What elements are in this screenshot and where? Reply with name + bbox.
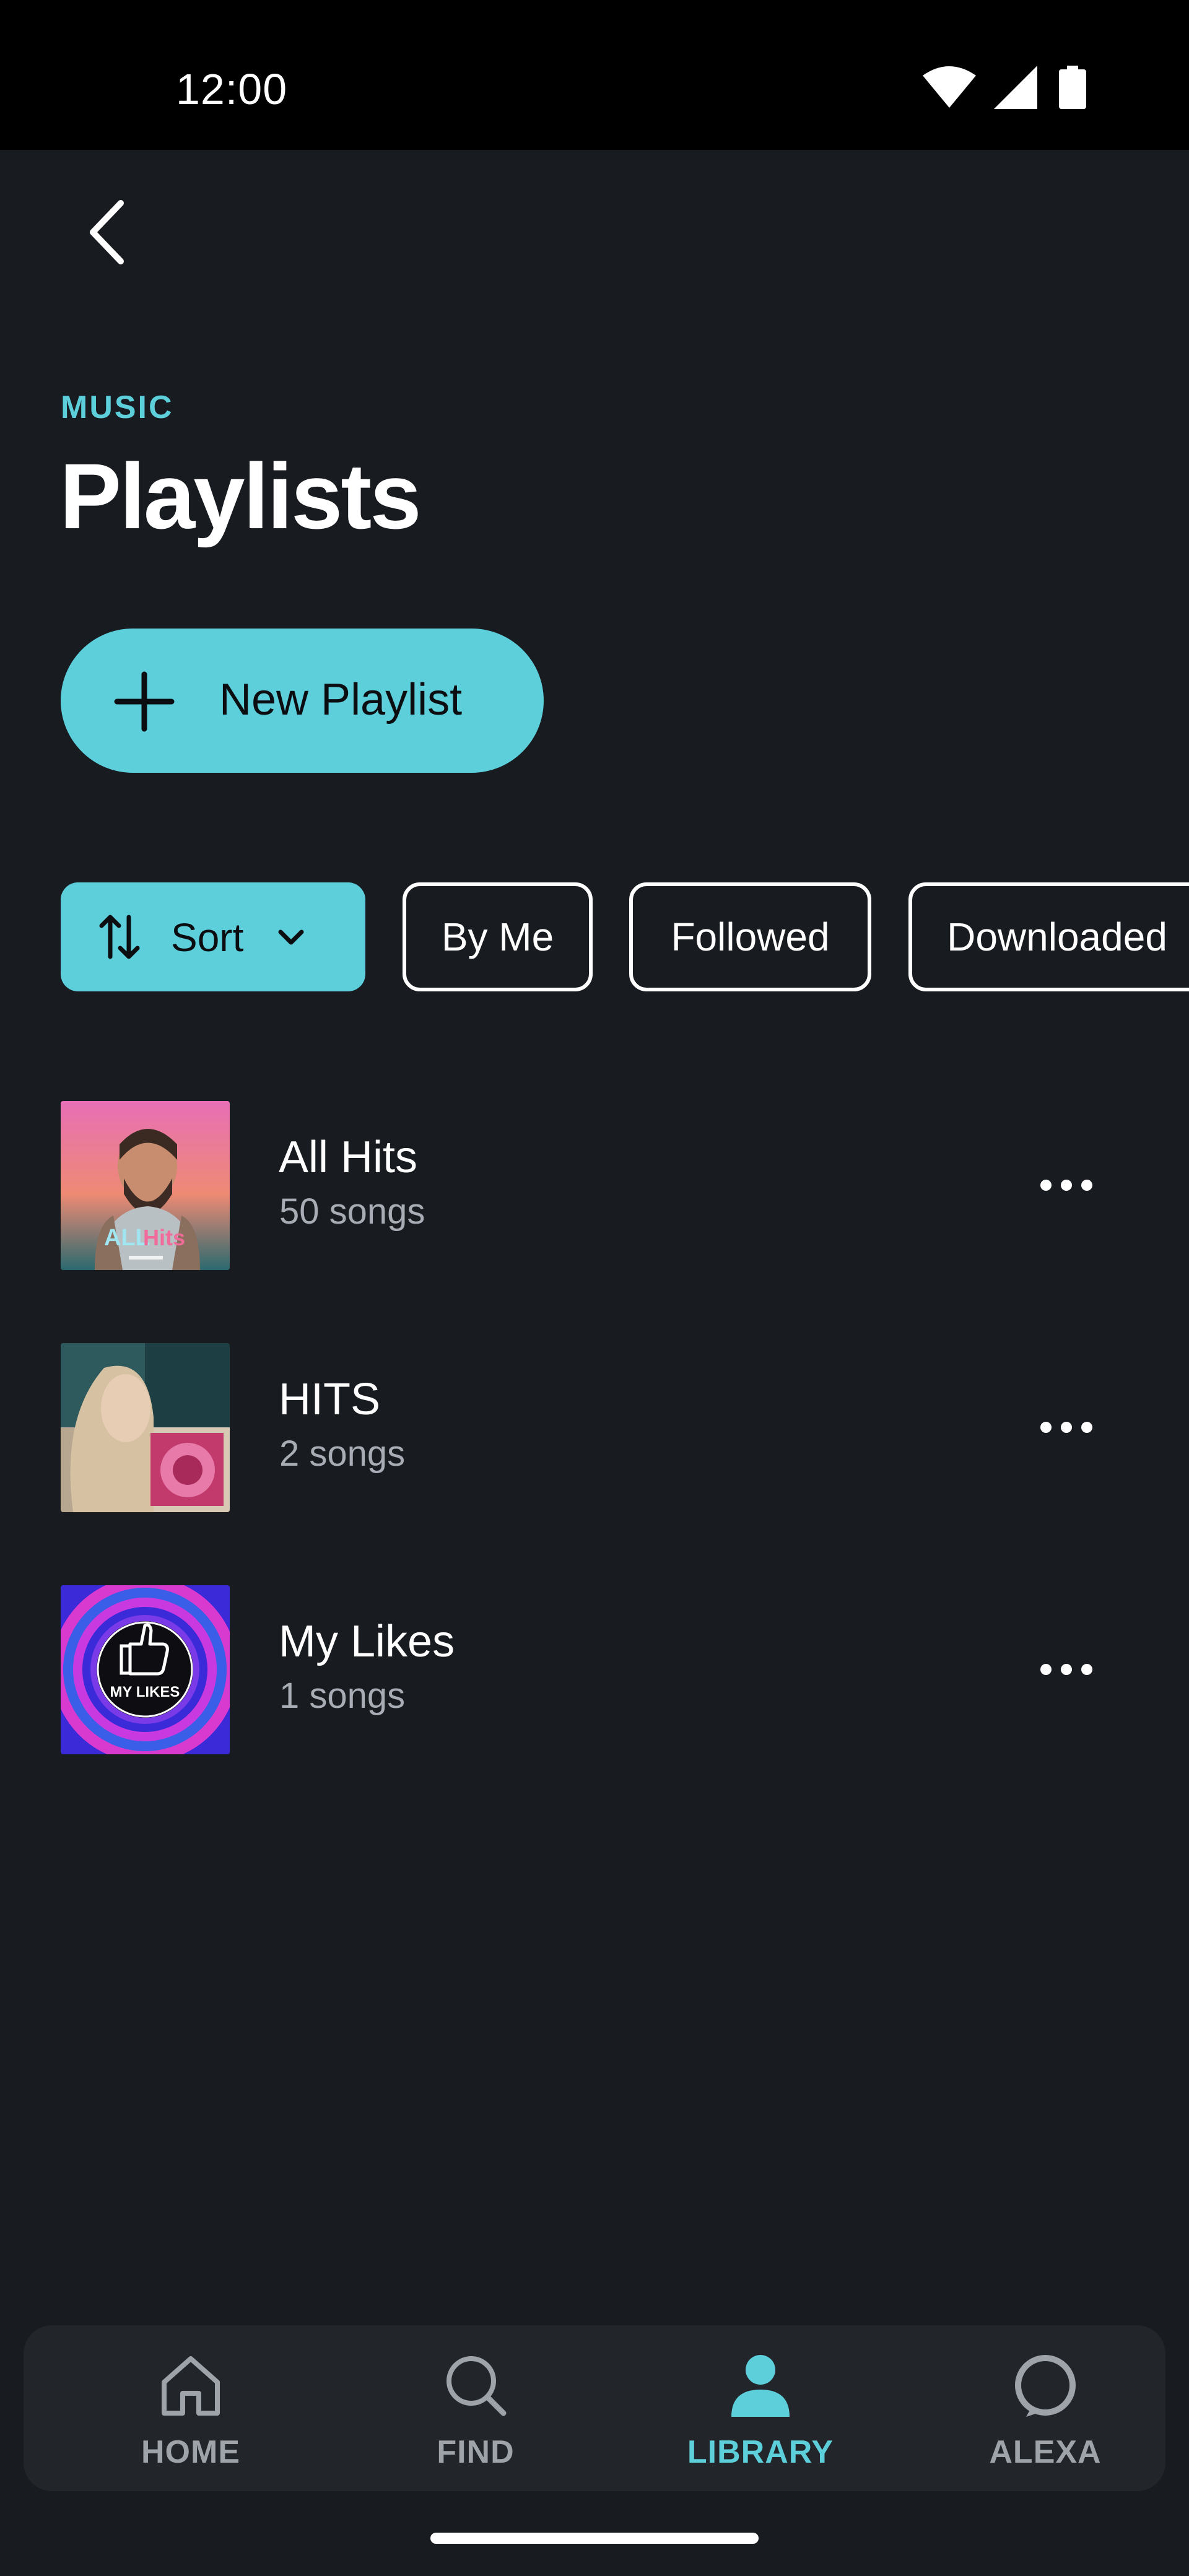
person-icon — [731, 2355, 790, 2417]
search-icon — [446, 2356, 507, 2416]
plus-icon — [114, 671, 175, 732]
new-playlist-button[interactable]: New Playlist — [61, 629, 544, 773]
playlist-title: HITS — [279, 1375, 381, 1424]
page-title: Playlists — [59, 444, 422, 548]
chip-by-me[interactable]: By Me — [403, 882, 593, 991]
sort-arrows-icon — [99, 915, 140, 959]
new-playlist-label: New Playlist — [219, 675, 463, 724]
nav-library[interactable]: LIBRARY — [668, 2325, 853, 2491]
playlist-song-count: 50 songs — [279, 1191, 425, 1232]
back-button[interactable] — [74, 192, 142, 272]
sort-dropdown[interactable]: Sort — [61, 882, 365, 991]
playlist-title: My Likes — [279, 1617, 455, 1666]
svg-text:MY LIKES: MY LIKES — [110, 1684, 180, 1700]
playlist-row[interactable]: MY LIKES My Likes 1 songs — [0, 1585, 1189, 1759]
chip-followed[interactable]: Followed — [629, 882, 871, 991]
signal-icon — [994, 66, 1037, 109]
nav-alexa[interactable]: ALEXA — [952, 2325, 1138, 2491]
more-options-button[interactable] — [1040, 1172, 1092, 1197]
status-time: 12:00 — [176, 65, 288, 113]
svg-text:Hits: Hits — [143, 1225, 185, 1250]
status-bar: 12:00 — [0, 0, 1189, 150]
nav-home[interactable]: HOME — [98, 2325, 284, 2491]
section-eyebrow: MUSIC — [61, 389, 174, 425]
nav-label-library: LIBRARY — [687, 2434, 834, 2470]
playlist-song-count: 1 songs — [279, 1676, 406, 1716]
playlist-title: All Hits — [279, 1133, 418, 1182]
nav-label-find: FIND — [437, 2434, 515, 2470]
more-options-button[interactable] — [1040, 1656, 1092, 1681]
filter-chips: Sort By Me Followed Downloaded — [61, 882, 1189, 991]
playlist-artwork: MY LIKES — [61, 1585, 230, 1754]
battery-icon — [1059, 66, 1086, 109]
playlist-artwork: ALL Hits — [61, 1101, 230, 1270]
playlist-song-count: 2 songs — [279, 1434, 406, 1474]
nav-find[interactable]: FIND — [383, 2325, 568, 2491]
nav-label-home: HOME — [141, 2434, 240, 2470]
more-options-button[interactable] — [1040, 1414, 1092, 1439]
playlist-row[interactable]: HITS 2 songs — [0, 1343, 1189, 1516]
chip-downloaded[interactable]: Downloaded — [908, 882, 1189, 991]
wifi-icon — [923, 66, 976, 108]
chevron-down-icon — [278, 929, 304, 945]
chevron-left-icon — [90, 200, 124, 264]
playlist-row[interactable]: ALL Hits All Hits 50 songs — [0, 1101, 1189, 1274]
playlist-artwork — [61, 1343, 230, 1512]
alexa-ring-icon — [1015, 2355, 1076, 2417]
sort-label: Sort — [171, 915, 244, 960]
nav-label-alexa: ALEXA — [989, 2434, 1102, 2470]
home-indicator[interactable] — [430, 2533, 759, 2544]
home-icon — [162, 2356, 220, 2416]
bottom-navigation: HOME FIND LIBRARY ALEXA — [24, 2325, 1165, 2491]
